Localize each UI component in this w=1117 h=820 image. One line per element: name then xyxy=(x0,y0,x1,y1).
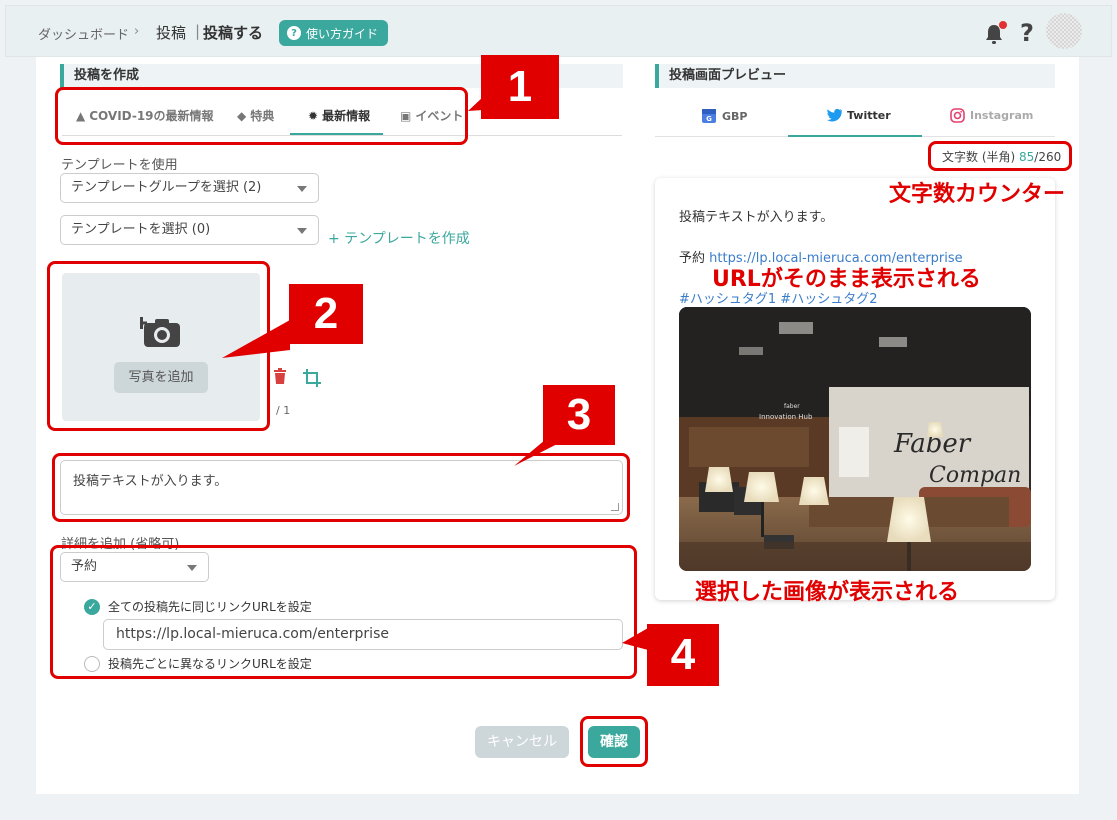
annotation-image-note: 選択した画像が表示される xyxy=(695,580,960,605)
annotation-counter-note: 文字数カウンター xyxy=(889,182,1066,207)
annotation-box-counter xyxy=(928,141,1072,171)
annotation-box-photo xyxy=(47,261,270,431)
annotation-box-details xyxy=(50,545,637,679)
annotation-url-note: URLがそのまま表示される xyxy=(712,267,981,292)
annotation-box-tabs xyxy=(55,87,468,145)
annotation-number-3: 3 xyxy=(543,385,615,445)
annotation-number-4: 4 xyxy=(647,624,719,686)
annotation-box-text xyxy=(52,453,630,522)
annotation-number-2: 2 xyxy=(289,284,363,344)
annotation-box-confirm xyxy=(580,716,648,767)
annotation-number-1: 1 xyxy=(481,55,559,119)
